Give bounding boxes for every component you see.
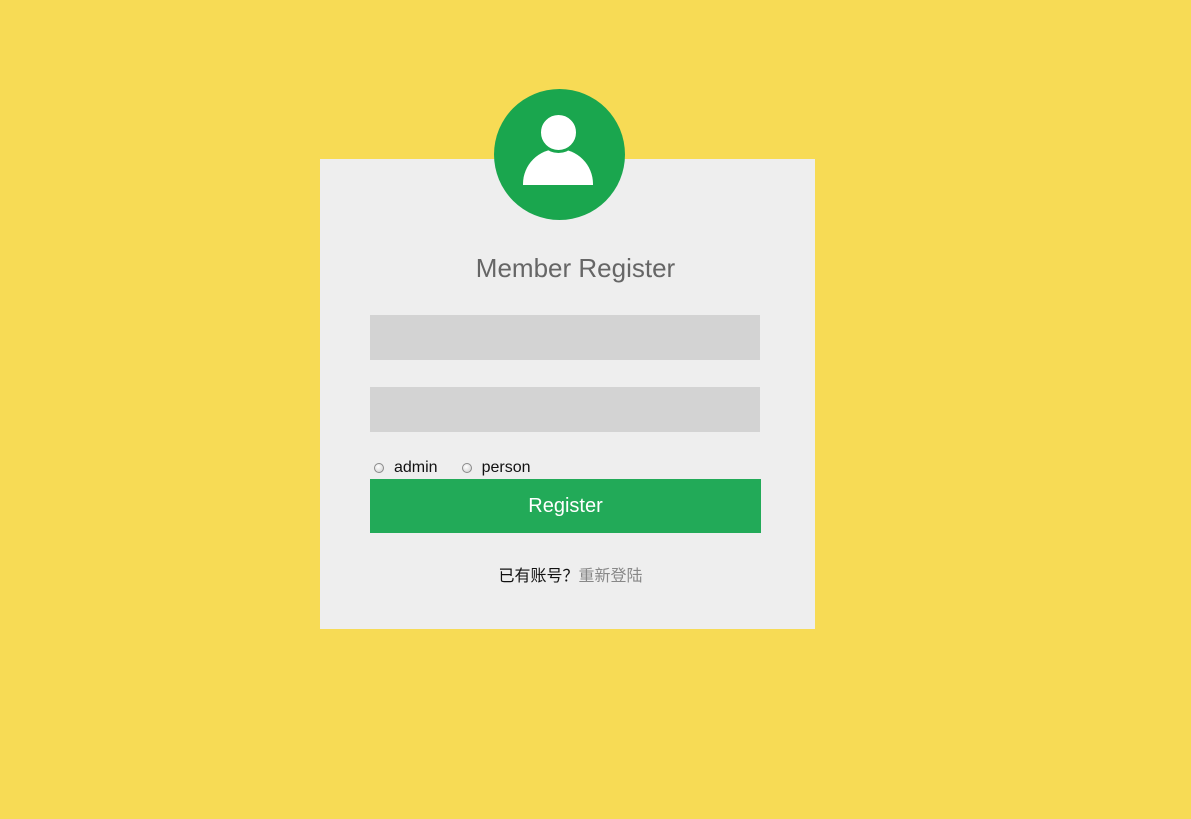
- role-label-person: person: [481, 459, 531, 476]
- password-field[interactable]: [370, 387, 760, 432]
- relogin-link[interactable]: 重新登陆: [579, 568, 643, 585]
- user-icon: [538, 112, 579, 153]
- radio-admin[interactable]: [374, 463, 384, 473]
- login-prompt-text: 已有账号？: [498, 568, 579, 585]
- register-button[interactable]: Register: [370, 479, 761, 533]
- radio-person[interactable]: [461, 463, 472, 473]
- login-prompt: 已有账号？重新登陆: [323, 562, 818, 586]
- role-label-admin: admin: [394, 459, 438, 476]
- role-selector: admin person: [370, 458, 551, 478]
- username-field[interactable]: [370, 315, 760, 360]
- page-title: Member Register: [475, 253, 676, 283]
- role-option-admin[interactable]: admin: [370, 459, 438, 477]
- user-icon-body: [523, 149, 593, 185]
- avatar: [494, 89, 625, 220]
- role-option-person[interactable]: person: [458, 459, 531, 477]
